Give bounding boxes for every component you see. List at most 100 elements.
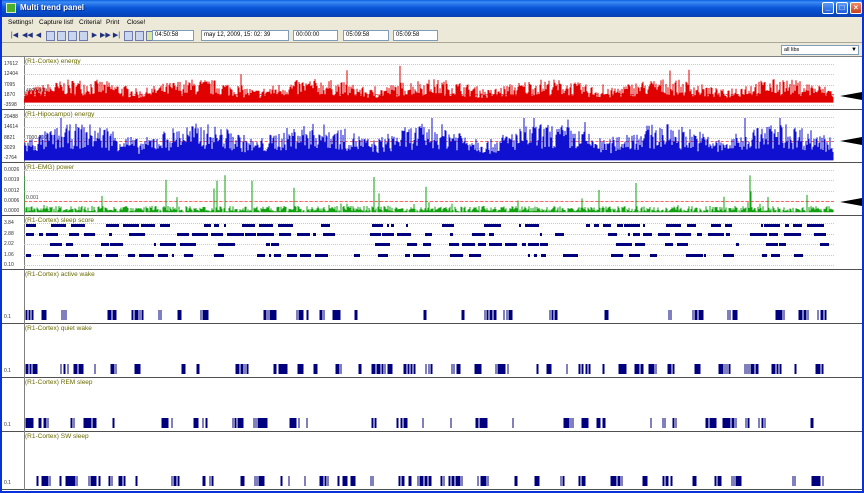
zoom-fit-icon[interactable] <box>68 31 77 41</box>
trend-panel[interactable]: (R1-EMG) power 0.0026 0.0019 0.0012 0.0006 0.… <box>2 163 862 216</box>
minimize-button[interactable]: _ <box>822 2 834 14</box>
score-segment <box>624 224 640 227</box>
zoom-in-icon[interactable] <box>46 31 55 41</box>
y-tick-label: 2.88 <box>4 230 14 237</box>
trace-plot <box>24 175 834 213</box>
offset-field[interactable]: 00:00:00 <box>293 30 338 41</box>
score-segment <box>259 224 273 227</box>
trend-panel[interactable]: (R1-Cortex) SW sleep 0.1 <box>2 432 862 490</box>
y-tick-label: 0.0019 <box>4 177 20 184</box>
menu-criteria[interactable]: Criteria! <box>79 19 102 26</box>
score-segment <box>650 254 657 257</box>
score-segment <box>608 233 617 236</box>
menu-capture-list[interactable]: Capture list! <box>39 19 74 26</box>
score-segment <box>764 224 780 227</box>
trend-panel[interactable]: (R1-Cortex) active wake 0.1 <box>2 270 862 324</box>
trend-panel[interactable]: (R1-Hipocampo) energy 20488 14614 8821 3029-… <box>2 110 862 163</box>
score-segment <box>407 243 417 246</box>
score-segment <box>643 224 645 227</box>
score-segment <box>528 243 539 246</box>
trend-panel[interactable]: (R1-Cortex) quiet wake 0.1 <box>2 324 862 378</box>
score-segment <box>814 233 826 236</box>
score-segment <box>629 254 640 257</box>
score-segment <box>154 243 156 246</box>
score-segment <box>46 233 58 236</box>
score-segment <box>372 224 383 227</box>
duration-field[interactable]: 05:09:58 <box>393 30 438 41</box>
title-bar[interactable]: Multi trend panel _ □ × <box>2 0 862 17</box>
score-segment <box>109 233 112 236</box>
score-segment <box>723 254 734 257</box>
score-segment <box>271 243 279 246</box>
score-segment <box>65 254 78 257</box>
chevron-down-icon: ▼ <box>851 47 857 53</box>
y-tick-label: 0.1 <box>4 422 11 428</box>
score-segment <box>450 254 463 257</box>
start-time-field[interactable]: 04:50:58 <box>152 30 194 41</box>
menu-close[interactable]: Close! <box>127 19 145 26</box>
trace-plot <box>25 310 827 320</box>
score-segment <box>541 254 546 257</box>
score-segment <box>321 224 330 227</box>
score-segment <box>26 254 31 257</box>
y-tick-label: 3.84 <box>4 220 14 226</box>
end-time-field[interactable]: 05:09:58 <box>343 30 389 41</box>
close-button[interactable]: × <box>850 2 862 14</box>
y-tick-label: 17612 <box>4 61 18 67</box>
y-tick-label: -2764 <box>4 155 17 161</box>
score-segment <box>442 224 454 227</box>
score-segment <box>766 243 778 246</box>
first-icon[interactable]: |◀ <box>10 31 19 41</box>
score-segment <box>110 243 123 246</box>
step-back-icon[interactable]: ◀ <box>34 31 43 41</box>
y-tick-label: 0.0012 <box>4 187 20 194</box>
y-tick-label: 0.1 <box>4 480 11 486</box>
datetime-field[interactable]: may 12, 2009, 15: 02: 39 <box>201 30 289 41</box>
score-segment <box>769 233 778 236</box>
fast-forward-icon[interactable]: ▶▶ <box>100 31 111 41</box>
lines-icon[interactable] <box>135 31 144 41</box>
step-forward-icon[interactable]: ▶ <box>90 31 99 41</box>
score-segment <box>726 233 730 236</box>
zoom-out-icon[interactable] <box>57 31 66 41</box>
score-segment <box>761 224 763 227</box>
trend-panel[interactable]: (R1-Cortex) REM sleep 0.1 <box>2 378 862 432</box>
score-segment <box>633 233 640 236</box>
maximize-button[interactable]: □ <box>836 2 848 14</box>
score-segment <box>382 233 394 236</box>
score-segment <box>106 254 118 257</box>
score-segment <box>69 233 79 236</box>
trend-panel[interactable]: (R1-Cortex) sleep score 3.84 2.88 2.02 1.06 0… <box>2 216 862 270</box>
rewind-icon[interactable]: ◀◀ <box>22 31 33 41</box>
menu-print[interactable]: Print <box>106 19 119 26</box>
score-segment <box>397 233 411 236</box>
y-tick-label: 0.0006 <box>4 197 20 204</box>
last-icon[interactable]: ▶| <box>112 31 121 41</box>
score-segment <box>101 243 109 246</box>
zoom-reset-icon[interactable] <box>79 31 88 41</box>
score-segment <box>370 233 381 236</box>
grid-icon[interactable] <box>124 31 133 41</box>
threshold-handle[interactable] <box>840 91 862 100</box>
score-segment <box>736 243 739 246</box>
score-segment <box>378 254 388 257</box>
score-segment <box>297 233 310 236</box>
menu-settings[interactable]: Settings! <box>8 19 33 26</box>
score-segment <box>540 243 548 246</box>
channel-select[interactable]: all libs ▼ <box>781 45 859 55</box>
menu-bar: Settings! Capture list! Criteria! Print … <box>2 17 862 29</box>
score-segment <box>287 254 297 257</box>
trend-panel[interactable]: (R1-Cortex) energy 17612 12404 7095 1870 -359… <box>2 57 862 110</box>
score-segment <box>192 233 208 236</box>
threshold-handle[interactable] <box>840 198 862 207</box>
score-segment <box>425 233 432 236</box>
channel-bar: all libs ▼ <box>2 43 862 56</box>
threshold-handle[interactable] <box>840 136 862 145</box>
state-bars <box>36 476 824 486</box>
score-segment <box>39 233 43 236</box>
score-segment <box>405 254 410 257</box>
score-segment <box>762 254 767 257</box>
score-segment <box>628 233 630 236</box>
score-segment <box>704 254 706 257</box>
score-segment <box>51 224 66 227</box>
